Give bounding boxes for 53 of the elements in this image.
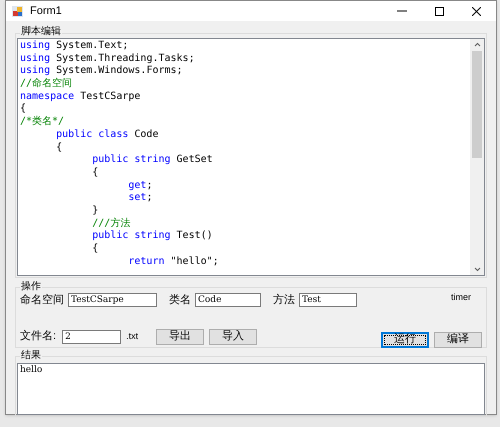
code-text: Test() xyxy=(176,230,213,243)
result-text: hello xyxy=(20,365,42,375)
code-text: TestCSarpe xyxy=(79,90,140,104)
app-icon xyxy=(12,6,23,16)
code-text: ; xyxy=(146,180,152,192)
group-title: 操作 xyxy=(20,281,42,293)
code-text: ; xyxy=(146,192,152,205)
code-text: GetSet xyxy=(176,154,213,167)
code-keyword: public class xyxy=(55,128,128,142)
code-comment: //命名空间 xyxy=(20,78,72,91)
code-keyword: get xyxy=(127,180,146,192)
code-text: "hello"; xyxy=(170,256,219,268)
code-keyword: public string xyxy=(91,154,171,167)
action-button[interactable]: 导入 xyxy=(209,328,258,344)
code-keyword: set xyxy=(127,192,146,205)
code-keyword: return xyxy=(127,256,164,268)
group-title: 结果 xyxy=(20,350,42,362)
code-text: System.Threading.Tasks; xyxy=(55,52,195,65)
input-field[interactable]: 2 xyxy=(62,330,122,344)
code-text: { xyxy=(20,103,26,116)
code-text: { xyxy=(91,243,98,256)
code-text: } xyxy=(91,204,98,218)
code-keyword: using xyxy=(20,52,50,65)
field-label: 方法 xyxy=(273,292,295,308)
window-title: Form1 xyxy=(30,4,62,19)
input-field[interactable]: Code xyxy=(195,293,261,308)
code-keyword: using xyxy=(20,65,50,78)
code-text: { xyxy=(91,166,98,180)
input-field[interactable]: TestCSarpe xyxy=(68,293,157,308)
group-title: 脚本编辑 xyxy=(20,26,62,38)
code-text: System.Text; xyxy=(55,40,128,53)
code-text: System.Windows.Forms; xyxy=(55,65,183,78)
code-comment: ///方法 xyxy=(91,218,130,230)
maximize-icon[interactable] xyxy=(435,6,444,16)
code-text: Code xyxy=(133,128,158,142)
code-keyword: public string xyxy=(91,230,171,243)
code-keyword: namespace xyxy=(20,90,74,103)
timer-label: timer xyxy=(451,290,471,304)
code-keyword: using xyxy=(20,40,50,53)
scrollbar[interactable] xyxy=(470,39,484,275)
field-label: 命名空间 xyxy=(20,292,64,308)
input-field[interactable]: Test xyxy=(299,293,357,308)
scrollbar-thumb[interactable] xyxy=(472,51,482,158)
action-button[interactable]: 运行 xyxy=(381,332,429,348)
field-label: 类名 xyxy=(169,293,191,308)
close-icon[interactable] xyxy=(472,6,481,16)
field-label: 文件名: xyxy=(20,328,56,344)
code-comment: /*类名*/ xyxy=(20,116,64,129)
code-text: { xyxy=(55,142,62,154)
action-button[interactable]: 编译 xyxy=(434,332,482,348)
action-button[interactable]: 导出 xyxy=(156,328,204,344)
result-box[interactable]: hello xyxy=(17,363,485,415)
extension-label: .txt xyxy=(126,330,138,343)
